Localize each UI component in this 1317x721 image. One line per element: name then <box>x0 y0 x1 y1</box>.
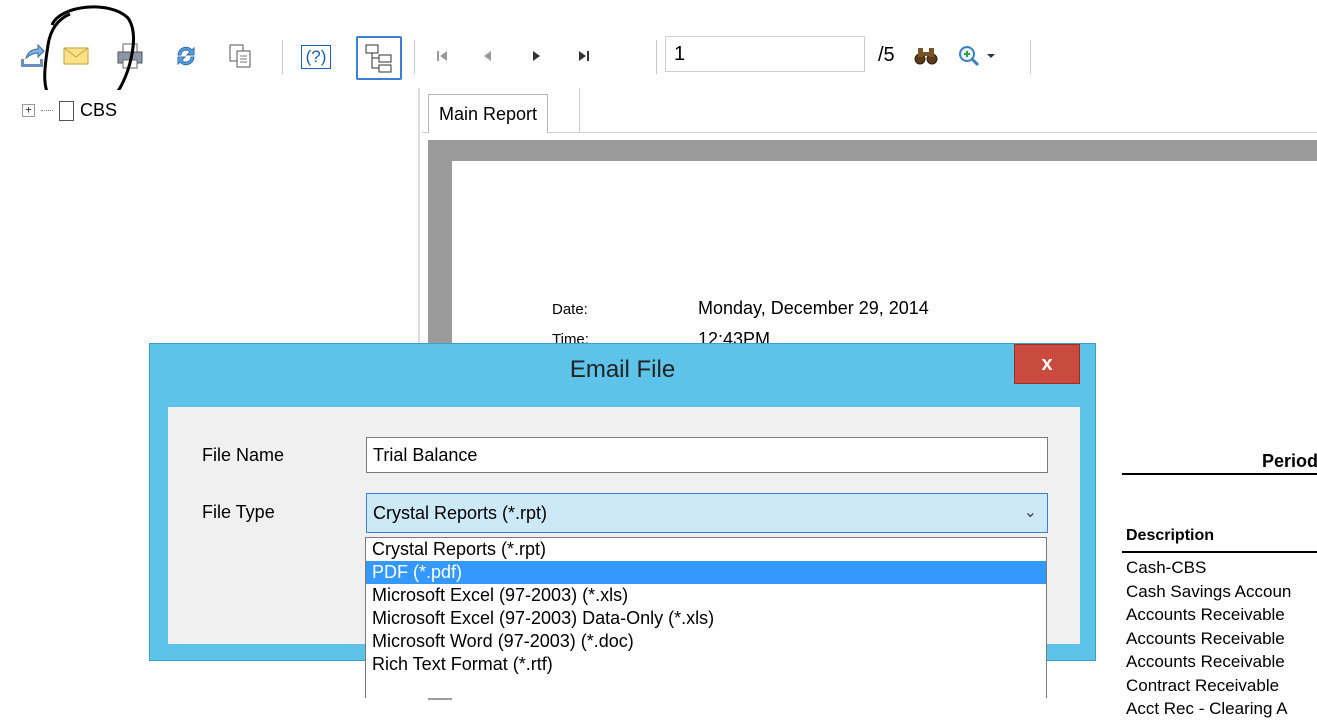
file-type-option-highlighted[interactable]: PDF (*.pdf) <box>366 561 1046 584</box>
export-icon[interactable] <box>14 38 50 74</box>
dialog-title: Email File <box>569 356 676 383</box>
page-number-input[interactable]: 1 <box>665 36 865 72</box>
tree-connector <box>41 110 53 111</box>
email-icon[interactable] <box>58 38 94 74</box>
file-type-option[interactable]: Microsoft Excel (97-2003) Data-Only (*.x… <box>366 607 1046 630</box>
date-value: Monday, December 29, 2014 <box>698 298 929 318</box>
file-type-dropdown: Crystal Reports (*.rpt) PDF (*.pdf) Micr… <box>365 537 1047 698</box>
description-row: Accounts Receivable <box>1126 605 1285 624</box>
file-name-label: File Name <box>202 445 285 465</box>
toolbar-separator <box>282 40 283 74</box>
description-row: Cash-CBS <box>1126 558 1207 577</box>
file-name-input[interactable]: Trial Balance <box>366 437 1048 473</box>
file-type-option[interactable]: Crystal Reports (*.rpt) <box>366 538 1046 561</box>
previous-page-icon[interactable] <box>470 38 506 74</box>
help-icon[interactable]: (?) <box>293 40 339 74</box>
file-type-select[interactable]: Crystal Reports (*.rpt) ⌄ <box>366 493 1048 533</box>
help-label: (?) <box>300 45 332 69</box>
find-icon[interactable] <box>908 38 944 74</box>
group-tree-icon[interactable] <box>356 36 402 80</box>
description-row: Contract Receivable <box>1126 675 1280 695</box>
document-icon <box>59 100 74 121</box>
report-tab-strip: Main Report <box>422 88 1317 133</box>
tab-divider <box>579 88 580 132</box>
description-row: Acct Rec - Clearing A <box>1126 699 1288 718</box>
description-header: Description <box>1126 527 1215 544</box>
tab-main-report[interactable]: Main Report <box>428 94 549 133</box>
chevron-down-icon: ⌄ <box>1023 504 1037 521</box>
expand-icon[interactable]: + <box>22 104 35 117</box>
refresh-icon[interactable] <box>168 38 204 74</box>
description-list: Cash-CBS Cash Savings Accoun Accounts Re… <box>1126 556 1291 721</box>
header-rule <box>1122 473 1317 475</box>
periods-header: Periods <box>1262 451 1317 471</box>
last-page-icon[interactable] <box>566 38 602 74</box>
print-icon[interactable] <box>112 38 148 74</box>
column-rule <box>1122 551 1317 553</box>
first-page-icon[interactable] <box>424 38 460 74</box>
description-row: Accounts Receivable <box>1126 628 1285 648</box>
close-button[interactable]: x <box>1014 344 1080 384</box>
copy-icon[interactable] <box>222 38 258 74</box>
file-type-option[interactable]: Microsoft Word (97-2003) (*.doc) <box>366 630 1046 653</box>
file-type-option[interactable]: Microsoft Excel (97-2003) (*.xls) <box>366 584 1046 607</box>
zoom-icon[interactable] <box>954 38 1000 74</box>
file-type-label: File Type <box>202 502 275 522</box>
description-row: Accounts Receivable <box>1126 652 1285 671</box>
toolbar-separator <box>656 40 657 74</box>
page-total: /5 <box>878 44 895 66</box>
file-type-selected: Crystal Reports (*.rpt) <box>373 503 548 523</box>
next-page-icon[interactable] <box>518 38 554 74</box>
toolbar-separator <box>1030 40 1031 74</box>
toolbar: (?) 1 /5 <box>0 30 1317 88</box>
file-type-option[interactable]: Rich Text Format (*.rtf) <box>366 653 1046 676</box>
tree-node-cbs[interactable]: + CBS <box>22 100 117 121</box>
tree-node-label: CBS <box>80 100 118 120</box>
toolbar-separator <box>414 40 415 74</box>
description-row: Cash Savings Accoun <box>1126 581 1292 601</box>
date-label: Date: <box>552 301 588 318</box>
